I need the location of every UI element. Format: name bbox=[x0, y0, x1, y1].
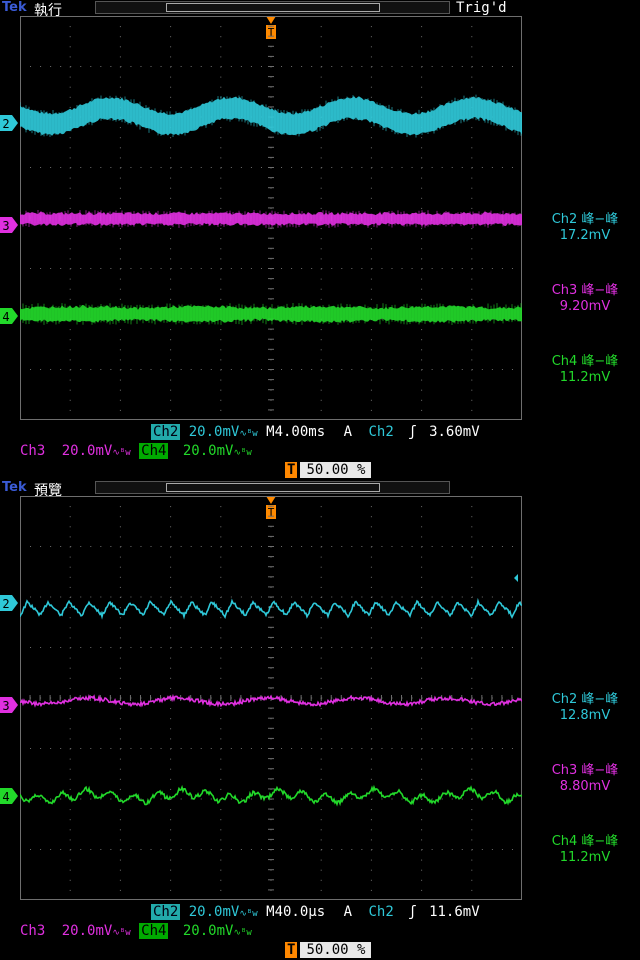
ch3-scale[interactable]: 20.0mV bbox=[62, 923, 113, 939]
ch3-label[interactable]: Ch3 bbox=[20, 443, 45, 459]
trigger-position-readout: T 50.00 % bbox=[285, 942, 372, 958]
ch3-measurement: Ch3 峰−峰 9.20mV bbox=[530, 283, 640, 315]
svg-text:4: 4 bbox=[2, 790, 9, 804]
trigger-level[interactable]: 11.6mV bbox=[429, 904, 480, 920]
status-bar: Tek 預覽 bbox=[0, 480, 640, 499]
timebase[interactable]: M40.0µs bbox=[266, 904, 325, 920]
ch3-meas-title: Ch3 峰−峰 bbox=[551, 283, 619, 298]
rising-edge-icon: ʃ bbox=[408, 424, 417, 440]
brand-logo: Tek bbox=[2, 0, 27, 15]
graticule-top[interactable] bbox=[20, 16, 522, 420]
ch4-meas-value: 11.2mV bbox=[559, 370, 611, 385]
bandwidth-limit-icon: ∿ᴮw bbox=[112, 448, 131, 458]
ch3-meas-title: Ch3 峰−峰 bbox=[551, 763, 619, 778]
ch3-meas-value: 8.80mV bbox=[559, 779, 611, 794]
bandwidth-limit-icon: ∿ᴮw bbox=[112, 928, 131, 938]
bandwidth-limit-icon: ∿ᴮw bbox=[239, 429, 258, 439]
ch2-meas-value: 12.8mV bbox=[559, 708, 611, 723]
trigger-level[interactable]: 3.60mV bbox=[429, 424, 480, 440]
settings-row-2: Ch3 20.0mV∿ᴮw Ch4 20.0mV∿ᴮw bbox=[20, 443, 252, 461]
ch2-measurement: Ch2 峰−峰 17.2mV bbox=[530, 212, 640, 244]
ch2-measurement: Ch2 峰−峰 12.8mV bbox=[530, 692, 640, 724]
trigger-type: A bbox=[343, 904, 353, 920]
trigger-status: Trig'd bbox=[456, 0, 507, 16]
ch3-meas-value: 9.20mV bbox=[559, 299, 611, 314]
ch3-scale[interactable]: 20.0mV bbox=[62, 443, 113, 459]
ch3-ground-marker[interactable]: 3 bbox=[0, 697, 18, 713]
timebase[interactable]: M4.00ms bbox=[266, 424, 325, 440]
settings-row-2: Ch3 20.0mV∿ᴮw Ch4 20.0mV∿ᴮw bbox=[20, 923, 252, 941]
ch2-meas-value: 17.2mV bbox=[559, 228, 611, 243]
bandwidth-limit-icon: ∿ᴮw bbox=[239, 909, 258, 919]
svg-text:2: 2 bbox=[2, 597, 9, 611]
svg-text:2: 2 bbox=[2, 117, 9, 131]
ch3-ground-marker[interactable]: 3 bbox=[0, 217, 18, 233]
ch4-measurement: Ch4 峰−峰 11.2mV bbox=[530, 834, 640, 866]
ch4-scale[interactable]: 20.0mV bbox=[183, 443, 234, 459]
ch3-measurement: Ch3 峰−峰 8.80mV bbox=[530, 763, 640, 795]
trigger-t-icon: T bbox=[285, 942, 298, 958]
scope-panel-run: Tek 執行 Trig'd T 2 3 4 Ch2 峰−峰 17.2mV Ch3 … bbox=[0, 0, 640, 480]
ch4-label[interactable]: Ch4 bbox=[139, 443, 169, 459]
rising-edge-icon: ʃ bbox=[408, 904, 417, 920]
bandwidth-limit-icon: ∿ᴮw bbox=[233, 448, 252, 458]
trigger-source[interactable]: Ch2 bbox=[368, 904, 393, 920]
ch2-meas-title: Ch2 峰−峰 bbox=[551, 692, 619, 707]
ch4-meas-title: Ch4 峰−峰 bbox=[551, 834, 619, 849]
ch2-ground-marker[interactable]: 2 bbox=[0, 595, 18, 611]
svg-text:4: 4 bbox=[2, 310, 9, 324]
ch4-meas-value: 11.2mV bbox=[559, 850, 611, 865]
trigger-position-value[interactable]: 50.00 % bbox=[300, 462, 372, 478]
graticule-bottom[interactable] bbox=[20, 496, 522, 900]
ch2-label[interactable]: Ch2 bbox=[151, 424, 181, 440]
ch4-label[interactable]: Ch4 bbox=[139, 923, 169, 939]
trigger-type: A bbox=[343, 424, 353, 440]
svg-text:3: 3 bbox=[2, 699, 9, 713]
ch4-scale[interactable]: 20.0mV bbox=[183, 923, 234, 939]
bandwidth-limit-icon: ∿ᴮw bbox=[233, 928, 252, 938]
brand-logo: Tek bbox=[2, 480, 27, 495]
scope-panel-preview: Tek 預覽 T 2 3 4 Ch2 峰−峰 12.8mV Ch3 峰−峰 8.80… bbox=[0, 480, 640, 960]
trigger-source[interactable]: Ch2 bbox=[368, 424, 393, 440]
ch4-measurement: Ch4 峰−峰 11.2mV bbox=[530, 354, 640, 386]
settings-row-1: Ch2 20.0mV∿ᴮw M4.00ms A Ch2 ʃ 3.60mV bbox=[151, 424, 480, 442]
ch2-scale[interactable]: 20.0mV bbox=[189, 904, 240, 920]
trigger-t-icon: T bbox=[285, 462, 298, 478]
ch2-meas-title: Ch2 峰−峰 bbox=[551, 212, 619, 227]
svg-text:3: 3 bbox=[2, 219, 9, 233]
trigger-position-readout: T 50.00 % bbox=[285, 462, 372, 478]
ch4-ground-marker[interactable]: 4 bbox=[0, 308, 18, 324]
ch3-label[interactable]: Ch3 bbox=[20, 923, 45, 939]
trigger-position-value[interactable]: 50.00 % bbox=[300, 942, 372, 958]
status-bar: Tek 執行 Trig'd bbox=[0, 0, 640, 19]
ch2-scale[interactable]: 20.0mV bbox=[189, 424, 240, 440]
ch4-ground-marker[interactable]: 4 bbox=[0, 788, 18, 804]
settings-row-1: Ch2 20.0mV∿ᴮw M40.0µs A Ch2 ʃ 11.6mV bbox=[151, 904, 480, 922]
ch2-ground-marker[interactable]: 2 bbox=[0, 115, 18, 131]
ch2-label[interactable]: Ch2 bbox=[151, 904, 181, 920]
ch4-meas-title: Ch4 峰−峰 bbox=[551, 354, 619, 369]
